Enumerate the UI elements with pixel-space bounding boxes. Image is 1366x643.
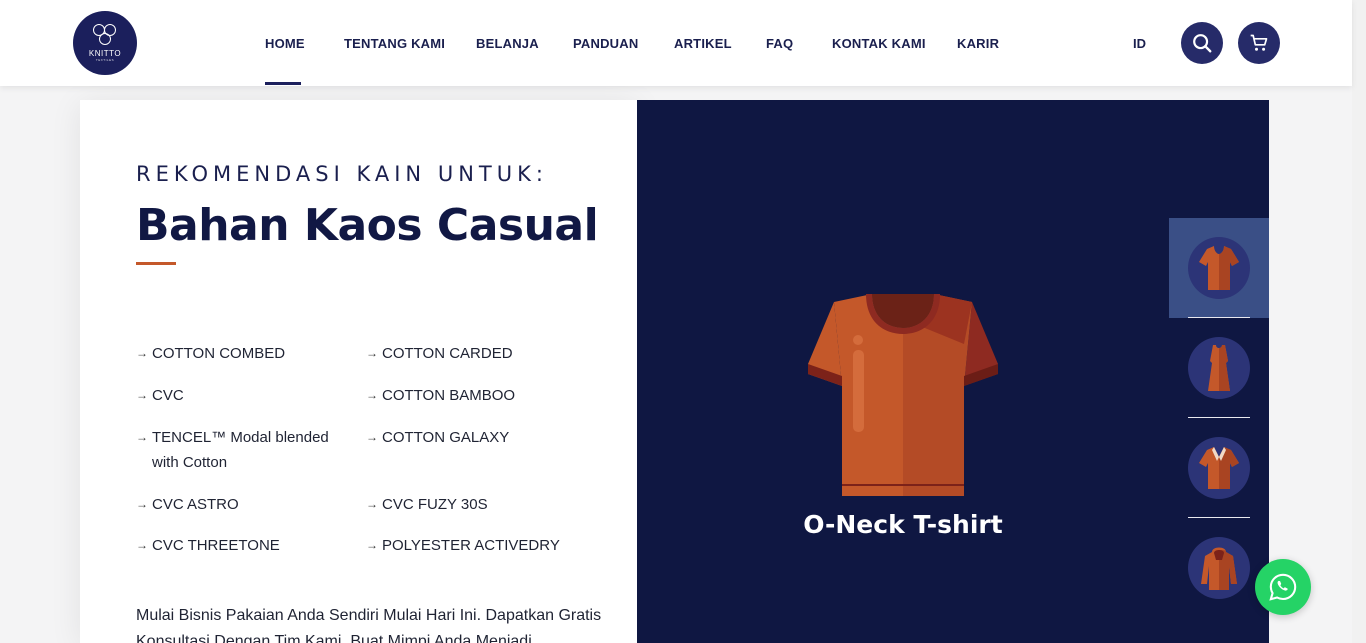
arrow-right-icon: → <box>366 538 378 552</box>
language-switch[interactable]: ID <box>1133 36 1146 51</box>
logo-subtext: TEXTILES <box>95 58 115 62</box>
thumbnail-divider <box>1188 317 1250 318</box>
fabric-item[interactable]: → CVC <box>136 383 336 408</box>
thumbnail-tshirt[interactable] <box>1188 237 1250 299</box>
active-nav-indicator <box>265 82 301 85</box>
recommendation-panel: REKOMENDASI KAIN UNTUK: Bahan Kaos Casua… <box>80 100 637 643</box>
arrow-right-icon: → <box>136 430 148 444</box>
thumbnail-divider <box>1188 517 1250 518</box>
fabric-item[interactable]: → TENCEL™ Modal blended with Cotton <box>136 425 336 475</box>
arrow-right-icon: → <box>366 346 378 360</box>
logo-text: KNITTO <box>88 49 122 58</box>
product-showcase: O-Neck T-shirt <box>637 100 1269 643</box>
thumbnail-dress[interactable] <box>1188 337 1250 399</box>
cart-button[interactable] <box>1238 22 1280 64</box>
arrow-right-icon: → <box>136 346 148 360</box>
polo-shirt-icon <box>1199 447 1239 489</box>
hoodie-icon <box>1201 547 1237 590</box>
search-button[interactable] <box>1181 22 1223 64</box>
nav-panduan[interactable]: PANDUAN <box>573 36 638 51</box>
recommendation-eyebrow: REKOMENDASI KAIN UNTUK: <box>136 162 548 186</box>
nav-kontak-kami[interactable]: KONTAK KAMI <box>832 36 926 51</box>
arrow-right-icon: → <box>136 388 148 402</box>
nav-belanja[interactable]: BELANJA <box>476 36 539 51</box>
fabric-item[interactable]: → COTTON GALAXY <box>366 425 586 450</box>
fabric-item[interactable]: → COTTON COMBED <box>136 341 336 366</box>
site-header: KNITTO TEXTILES HOME TENTANG KAMI BELANJ… <box>0 0 1352 86</box>
logo-mark-icon <box>92 24 118 46</box>
arrow-right-icon: → <box>136 497 148 511</box>
product-name: O-Neck T-shirt <box>803 510 1003 539</box>
arrow-right-icon: → <box>366 388 378 402</box>
fabric-item[interactable]: → COTTON CARDED <box>366 341 586 366</box>
scrollbar[interactable] <box>1352 0 1366 643</box>
fabric-item[interactable]: → CVC FUZY 30S <box>366 492 586 517</box>
whatsapp-chat-button[interactable] <box>1255 559 1311 615</box>
nav-artikel[interactable]: ARTIKEL <box>674 36 732 51</box>
fabric-item[interactable]: → COTTON BAMBOO <box>366 383 586 408</box>
search-icon <box>1193 34 1212 53</box>
tshirt-icon <box>1199 246 1239 290</box>
arrow-right-icon: → <box>366 430 378 444</box>
fabric-item[interactable]: → CVC ASTRO <box>136 492 336 517</box>
whatsapp-icon <box>1269 573 1297 601</box>
thumbnail-divider <box>1188 417 1250 418</box>
o-neck-tshirt-illustration <box>808 294 998 496</box>
fabric-item[interactable]: → CVC THREETONE <box>136 533 336 558</box>
nav-tentang-kami[interactable]: TENTANG KAMI <box>344 36 445 51</box>
fabric-item[interactable]: → POLYESTER ACTIVEDRY <box>366 533 586 558</box>
cart-icon <box>1250 34 1268 51</box>
title-accent-bar <box>136 262 176 265</box>
consultation-text: Mulai Bisnis Pakaian Anda Sendiri Mulai … <box>136 607 602 643</box>
thumbnail-hoodie[interactable] <box>1188 537 1250 599</box>
arrow-right-icon: → <box>136 538 148 552</box>
knitto-logo[interactable]: KNITTO TEXTILES <box>73 11 137 75</box>
page-title: Bahan Kaos Casual <box>136 200 599 251</box>
thumbnail-polo[interactable] <box>1188 437 1250 499</box>
nav-karir[interactable]: KARIR <box>957 36 999 51</box>
nav-faq[interactable]: FAQ <box>766 36 793 51</box>
arrow-right-icon: → <box>366 497 378 511</box>
dress-icon <box>1208 345 1230 391</box>
nav-home[interactable]: HOME <box>265 36 305 51</box>
